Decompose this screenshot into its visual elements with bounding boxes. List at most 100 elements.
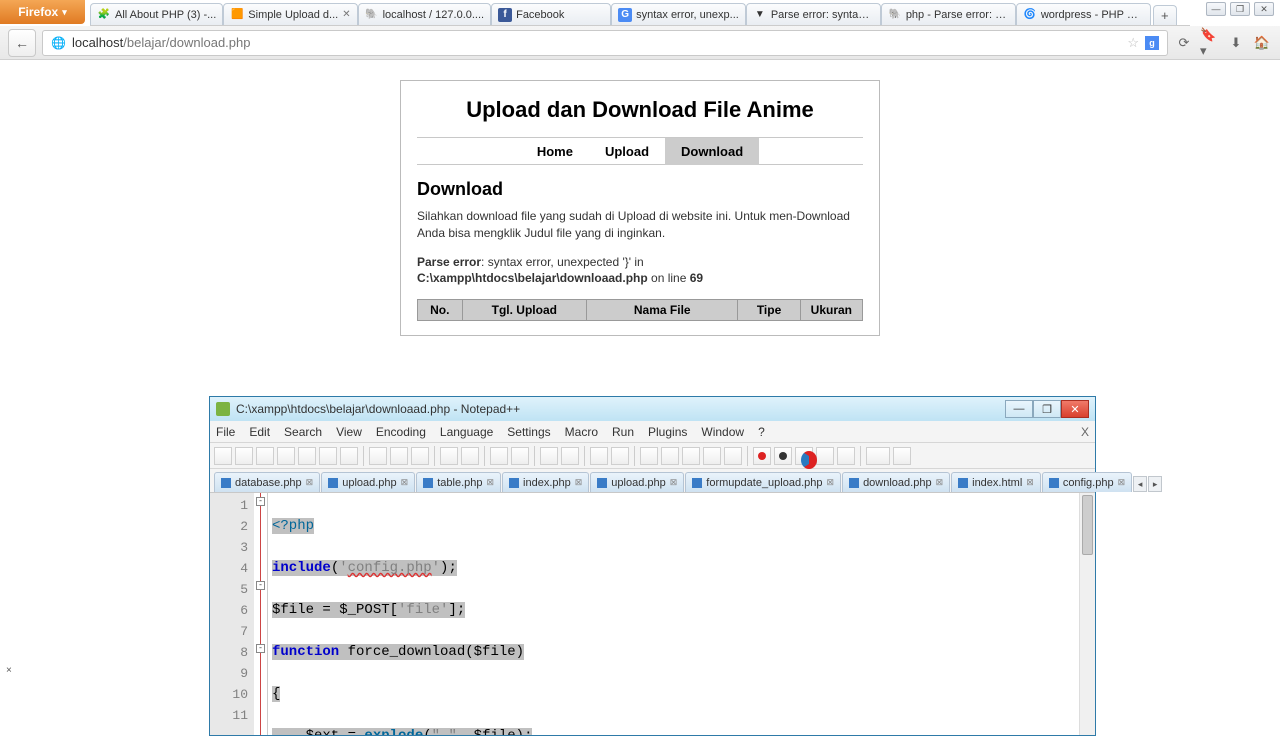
- file-tab-indexhtml[interactable]: index.html⊠: [951, 472, 1041, 492]
- downloads-icon[interactable]: ⬇: [1226, 33, 1246, 53]
- menu-view[interactable]: View: [336, 425, 362, 439]
- fold-box-icon[interactable]: -: [256, 581, 265, 590]
- file-tab-upload2[interactable]: upload.php⊠: [590, 472, 684, 492]
- tool-allchars-icon[interactable]: [661, 447, 679, 465]
- tool-zoomin-icon[interactable]: [540, 447, 558, 465]
- scrollbar-thumb[interactable]: [1082, 495, 1093, 555]
- npp-menu-close-icon[interactable]: X: [1081, 425, 1089, 439]
- close-button[interactable]: ✕: [1254, 2, 1274, 16]
- vertical-scrollbar[interactable]: [1079, 493, 1095, 735]
- tool-sync-v-icon[interactable]: [590, 447, 608, 465]
- tab-3[interactable]: fFacebook: [491, 3, 611, 25]
- new-tab-button[interactable]: +: [1153, 5, 1177, 25]
- npp-maximize-button[interactable]: ❐: [1033, 400, 1061, 418]
- tab-scroll-left-icon[interactable]: ◂: [1133, 476, 1147, 492]
- npp-titlebar[interactable]: C:\xampp\htdocs\belajar\downloaad.php - …: [210, 397, 1095, 421]
- tab-6[interactable]: 🐘php - Parse error: s...: [881, 3, 1016, 25]
- tab-0[interactable]: 🧩All About PHP (3) -...: [90, 3, 223, 25]
- tool-misc-icon[interactable]: [893, 447, 911, 465]
- tool-closeall-icon[interactable]: [319, 447, 337, 465]
- fold-box-icon[interactable]: -: [256, 497, 265, 506]
- menu-macro[interactable]: Macro: [565, 425, 598, 439]
- tool-find-icon[interactable]: [490, 447, 508, 465]
- tool-undo-icon[interactable]: [440, 447, 458, 465]
- npp-close-button[interactable]: ✕: [1061, 400, 1089, 418]
- tool-save-icon[interactable]: [256, 447, 274, 465]
- tool-saveall-icon[interactable]: [277, 447, 295, 465]
- nav-download[interactable]: Download: [665, 138, 759, 165]
- tool-spellcheck-icon[interactable]: [866, 447, 890, 465]
- tab-2[interactable]: 🐘localhost / 127.0.0....: [358, 3, 492, 25]
- menu-plugins[interactable]: Plugins: [648, 425, 687, 439]
- tool-stop-icon[interactable]: [774, 447, 792, 465]
- tab-7[interactable]: 🌀wordpress - PHP er...: [1016, 3, 1151, 25]
- file-tab-upload[interactable]: upload.php⊠: [321, 472, 415, 492]
- tab-bar: 🧩All About PHP (3) -... 🟧Simple Upload d…: [90, 0, 1190, 26]
- file-tab-config[interactable]: config.php⊠: [1042, 472, 1132, 492]
- tab-close-icon[interactable]: ✕: [342, 9, 350, 20]
- url-input[interactable]: 🌐 localhost/belajar/download.php ☆ g: [42, 30, 1168, 56]
- tool-open-icon[interactable]: [235, 447, 253, 465]
- menu-window[interactable]: Window: [701, 425, 744, 439]
- tool-cut-icon[interactable]: [369, 447, 387, 465]
- status-close-icon[interactable]: ×: [6, 665, 12, 676]
- minimize-button[interactable]: —: [1206, 2, 1226, 16]
- file-tab-formupdate[interactable]: formupdate_upload.php⊠: [685, 472, 841, 492]
- fold-gutter: - - -: [254, 493, 268, 735]
- tab-scroll-right-icon[interactable]: ▸: [1148, 476, 1162, 492]
- tool-play-icon[interactable]: [795, 447, 813, 465]
- maximize-button[interactable]: ❐: [1230, 2, 1250, 16]
- google-search-icon[interactable]: g: [1145, 36, 1159, 50]
- bookmarks-menu-icon[interactable]: 🔖▾: [1200, 33, 1220, 53]
- tool-new-icon[interactable]: [214, 447, 232, 465]
- tool-folder-icon[interactable]: [724, 447, 742, 465]
- tab-label: All About PHP (3) -...: [115, 9, 216, 21]
- tool-redo-icon[interactable]: [461, 447, 479, 465]
- menu-settings[interactable]: Settings: [507, 425, 550, 439]
- fold-box-icon[interactable]: -: [256, 644, 265, 653]
- menu-edit[interactable]: Edit: [249, 425, 270, 439]
- tool-userlang-icon[interactable]: [703, 447, 721, 465]
- code-area[interactable]: <?php include('config.php'); $file = $_P…: [268, 493, 1095, 735]
- tool-copy-icon[interactable]: [390, 447, 408, 465]
- tool-savemacro-icon[interactable]: [837, 447, 855, 465]
- bookmark-star-icon[interactable]: ☆: [1127, 35, 1139, 51]
- home-button[interactable]: 🏠: [1252, 33, 1272, 53]
- tab-1[interactable]: 🟧Simple Upload d...✕: [223, 3, 357, 25]
- tool-record-icon[interactable]: [753, 447, 771, 465]
- npp-editor[interactable]: 1234567891011 - - - <?php include('confi…: [210, 493, 1095, 735]
- menu-language[interactable]: Language: [440, 425, 493, 439]
- tool-indent-icon[interactable]: [682, 447, 700, 465]
- file-tab-database[interactable]: database.php⊠: [214, 472, 320, 492]
- tab-label: syntax error, unexp...: [636, 9, 739, 21]
- window-controls: — ❐ ✕: [1206, 2, 1274, 16]
- tool-close-icon[interactable]: [298, 447, 316, 465]
- menu-run[interactable]: Run: [612, 425, 634, 439]
- file-tab-download[interactable]: download.php⊠: [842, 472, 950, 492]
- firefox-menu-button[interactable]: Firefox: [0, 0, 85, 24]
- card-nav: Home Upload Download: [417, 137, 863, 165]
- menu-encoding[interactable]: Encoding: [376, 425, 426, 439]
- tool-paste-icon[interactable]: [411, 447, 429, 465]
- tool-zoomout-icon[interactable]: [561, 447, 579, 465]
- nav-upload[interactable]: Upload: [589, 138, 665, 165]
- menu-search[interactable]: Search: [284, 425, 322, 439]
- tab-5[interactable]: ▼Parse error: syntax ...: [746, 3, 881, 25]
- file-tab-table[interactable]: table.php⊠: [416, 472, 501, 492]
- tool-playrepeat-icon[interactable]: [816, 447, 834, 465]
- tool-wrap-icon[interactable]: [640, 447, 658, 465]
- menu-help[interactable]: ?: [758, 425, 765, 439]
- content-card: Upload dan Download File Anime Home Uplo…: [400, 80, 880, 336]
- tool-print-icon[interactable]: [340, 447, 358, 465]
- nav-home[interactable]: Home: [521, 138, 589, 165]
- reload-button[interactable]: ⟳: [1174, 33, 1194, 53]
- file-tab-index[interactable]: index.php⊠: [502, 472, 589, 492]
- menu-file[interactable]: File: [216, 425, 235, 439]
- tool-replace-icon[interactable]: [511, 447, 529, 465]
- section-heading: Download: [417, 179, 863, 200]
- tab-4[interactable]: Gsyntax error, unexp...: [611, 3, 746, 25]
- tool-sync-h-icon[interactable]: [611, 447, 629, 465]
- th-nama: Nama File: [587, 300, 738, 321]
- back-button[interactable]: ←: [8, 29, 36, 57]
- npp-minimize-button[interactable]: —: [1005, 400, 1033, 418]
